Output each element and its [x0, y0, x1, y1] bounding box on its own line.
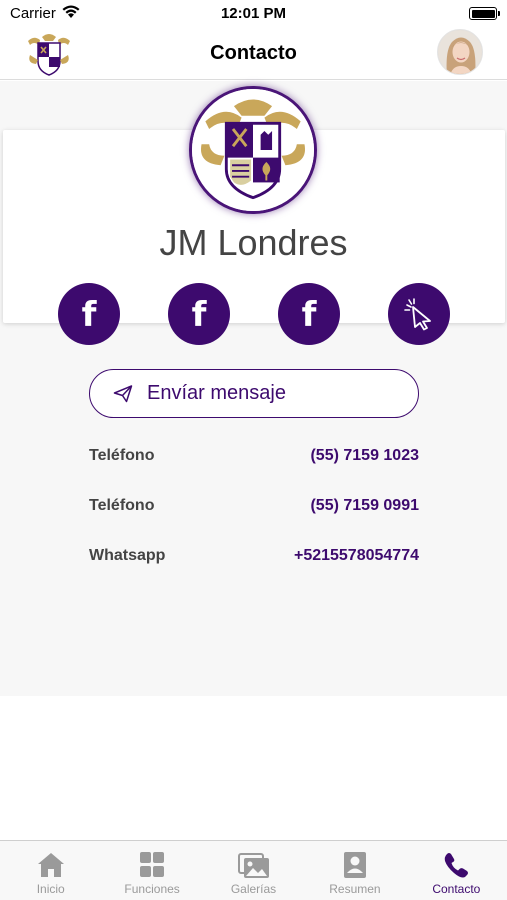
tab-label: Resumen [329, 882, 381, 896]
send-message-label: Envíar mensaje [147, 382, 286, 404]
home-icon [37, 853, 64, 877]
phone-link[interactable]: (55) 7159 1023 [310, 447, 419, 465]
contact-label: Teléfono [89, 497, 155, 514]
crest-icon [192, 89, 314, 211]
facebook-icon: f [301, 295, 317, 335]
tab-inicio[interactable]: Inicio [0, 841, 101, 900]
tab-resumen[interactable]: Resumen [304, 841, 405, 900]
facebook-icon: f [81, 295, 97, 335]
tab-bar: Inicio Funciones Galerías Resumen Contac… [0, 840, 507, 900]
tab-contacto[interactable]: Contacto [406, 841, 507, 900]
contact-label: Whatsapp [89, 547, 166, 564]
whatsapp-link[interactable]: +5215578054774 [294, 547, 419, 565]
content-area: JM Londres f f f Envíar mensaje Teléfono… [0, 81, 507, 696]
clock: 12:01 PM [220, 5, 287, 22]
nav-bar: Contacto [0, 28, 507, 80]
tab-label: Galerías [230, 882, 277, 896]
facebook-button-2[interactable]: f [168, 283, 230, 345]
paper-plane-icon [113, 384, 133, 402]
facebook-button-3[interactable]: f [278, 283, 340, 345]
profile-name: JM Londres [159, 222, 348, 263]
facebook-icon: f [191, 295, 207, 335]
contact-row: Teléfono (55) 7159 0991 [89, 481, 419, 531]
profile-card-icon [343, 852, 366, 878]
grid-icon [140, 852, 165, 877]
tab-label: Inicio [36, 882, 65, 896]
user-photo-icon [438, 30, 482, 74]
page-title: Contacto [210, 42, 297, 64]
social-links: f f f [58, 283, 450, 345]
tab-label: Funciones [124, 882, 180, 896]
status-bar: Carrier 12:01 PM [0, 0, 507, 28]
battery-icon [469, 7, 500, 20]
avatar[interactable] [437, 29, 483, 75]
contact-row: Whatsapp +5215578054774 [89, 531, 419, 581]
tab-label: Contacto [432, 882, 481, 896]
tab-funciones[interactable]: Funciones [101, 841, 202, 900]
gallery-icon [237, 853, 269, 878]
tab-galerias[interactable]: Galerías [203, 841, 304, 900]
cursor-click-icon [404, 298, 431, 331]
contact-label: Teléfono [89, 447, 155, 464]
send-message-button[interactable]: Envíar mensaje [89, 369, 419, 418]
phone-icon [445, 853, 469, 878]
phone-link[interactable]: (55) 7159 0991 [310, 497, 419, 515]
contact-list: Teléfono (55) 7159 1023 Teléfono (55) 71… [89, 431, 419, 581]
facebook-button-1[interactable]: f [58, 283, 120, 345]
school-emblem [189, 86, 317, 214]
website-button[interactable] [388, 283, 450, 345]
contact-row: Teléfono (55) 7159 1023 [89, 431, 419, 481]
